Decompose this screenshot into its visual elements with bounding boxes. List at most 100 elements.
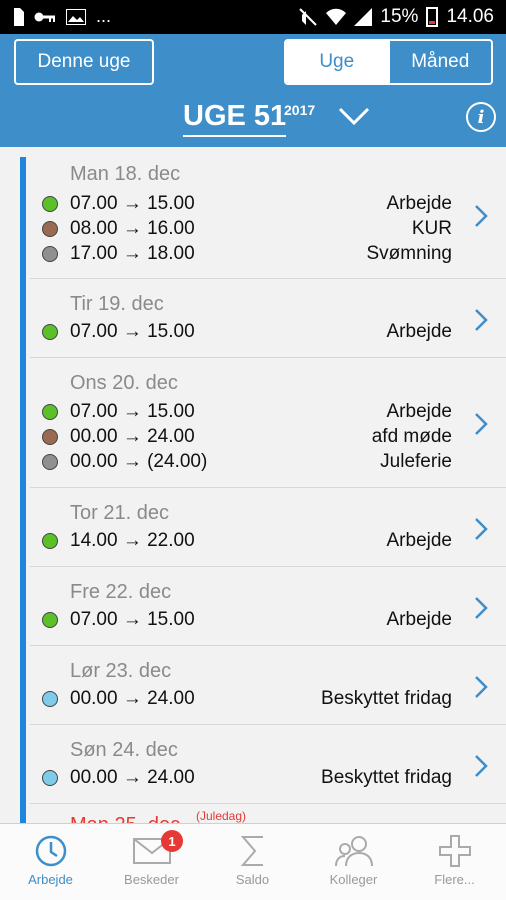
event-row: 08.00 → 16.00 KUR xyxy=(42,218,452,242)
nav-beskeder[interactable]: 1 Beskeder xyxy=(101,824,202,900)
event-row: 07.00 → 15.00 Arbejde xyxy=(42,401,452,425)
key-icon xyxy=(34,12,55,22)
chevron-right-icon[interactable] xyxy=(474,308,488,332)
day-row[interactable]: Man 18. dec 07.00 → 15.00 Arbejde 08.00 … xyxy=(30,147,506,279)
day-title: Lør 23. dec xyxy=(70,660,172,682)
nav-flere[interactable]: Flere... xyxy=(404,824,505,900)
day-row[interactable]: Tor 21. dec 14.00 → 22.00 Arbejde xyxy=(30,488,506,567)
this-week-button[interactable]: Denne uge xyxy=(14,39,154,85)
sim-icon xyxy=(14,7,24,26)
chevron-right-icon[interactable] xyxy=(474,754,488,778)
day-row[interactable]: Søn 24. dec 00.00 → 24.00 Beskyttet frid… xyxy=(30,725,506,804)
status-ellipsis: ... xyxy=(96,6,112,26)
day-row[interactable]: Lør 23. dec 00.00 → 24.00 Beskyttet frid… xyxy=(30,646,506,725)
tab-month[interactable]: Måned xyxy=(387,41,492,83)
plus-icon xyxy=(438,835,471,867)
nav-arbejde[interactable]: Arbejde xyxy=(0,824,101,900)
nav-kolleger[interactable]: Kolleger xyxy=(303,824,404,900)
battery-percent: 15% xyxy=(380,6,419,27)
day-title: Tir 19. dec xyxy=(70,293,164,315)
day-title: Ons 20. dec xyxy=(70,372,178,394)
event-row: 07.00 → 15.00 Arbejde xyxy=(42,321,452,345)
event-row: 07.00 → 15.00 Arbejde xyxy=(42,193,452,217)
holiday-day-title[interactable]: Man 25. dec xyxy=(70,814,180,823)
event-color-dot xyxy=(42,612,58,628)
nav-label: Beskeder xyxy=(124,872,179,887)
day-title: Tor 21. dec xyxy=(70,502,169,524)
day-title: Søn 24. dec xyxy=(70,739,178,761)
event-time: 08.00 → 16.00 xyxy=(70,218,195,239)
day-title: Fre 22. dec xyxy=(70,581,172,603)
day-row[interactable]: Fre 22. dec 07.00 → 15.00 Arbejde xyxy=(30,567,506,646)
event-time: 07.00 → 15.00 xyxy=(70,609,195,630)
nav-saldo[interactable]: Saldo xyxy=(202,824,303,900)
event-row: 00.00 → 24.00 Beskyttet fridag xyxy=(42,767,452,791)
event-name: Arbejde xyxy=(386,530,453,551)
event-time: 00.00 → 24.00 xyxy=(70,767,195,788)
event-row: 17.00 → 18.00 Svømning xyxy=(42,243,452,267)
week-title[interactable]: UGE 51 xyxy=(183,100,287,137)
battery-icon xyxy=(426,7,439,27)
bottom-nav: Arbejde 1 Beskeder Saldo Kolleger Flere.… xyxy=(0,823,506,900)
tab-week[interactable]: Uge xyxy=(286,41,388,83)
nav-label: Saldo xyxy=(235,872,270,887)
day-row[interactable]: Ons 20. dec 07.00 → 15.00 Arbejde 00.00 … xyxy=(30,358,506,488)
event-row: 00.00 → (24.00) Juleferie xyxy=(42,451,452,475)
event-row: 00.00 → 24.00 Beskyttet fridag xyxy=(42,688,452,712)
event-name: afd møde xyxy=(371,426,452,447)
nav-label: Arbejde xyxy=(28,872,73,887)
app-header: Denne uge Uge Måned UGE 51 2017 i xyxy=(0,34,506,147)
event-color-dot xyxy=(42,246,58,262)
info-icon[interactable]: i xyxy=(466,102,496,132)
chevron-right-icon[interactable] xyxy=(474,596,488,620)
event-time: 07.00 → 15.00 xyxy=(70,321,195,342)
nav-label: Kolleger xyxy=(329,872,378,887)
event-name: Beskyttet fridag xyxy=(321,767,452,788)
day-list: Man 18. dec 07.00 → 15.00 Arbejde 08.00 … xyxy=(0,147,506,823)
event-time: 00.00 → 24.00 xyxy=(70,426,195,447)
sigma-icon xyxy=(240,836,263,866)
event-color-dot xyxy=(42,454,58,470)
week-year: 2017 xyxy=(284,102,316,118)
event-name: Arbejde xyxy=(386,401,453,422)
event-name: Juleferie xyxy=(380,451,452,472)
day-row[interactable]: Tir 19. dec 07.00 → 15.00 Arbejde xyxy=(30,279,506,358)
event-name: Arbejde xyxy=(386,321,453,342)
signal-icon xyxy=(354,8,373,26)
view-toggle: Uge Måned xyxy=(284,39,493,85)
event-name: Svømning xyxy=(366,243,452,264)
event-row: 00.00 → 24.00 afd møde xyxy=(42,426,452,450)
event-color-dot xyxy=(42,196,58,212)
status-left-icons: ... xyxy=(12,6,111,27)
chevron-right-icon[interactable] xyxy=(474,412,488,436)
event-color-dot xyxy=(42,533,58,549)
chevron-down-icon[interactable] xyxy=(338,106,370,126)
event-time: 00.00 → 24.00 xyxy=(70,688,195,709)
event-time: 14.00 → 22.00 xyxy=(70,530,195,551)
event-time: 07.00 → 15.00 xyxy=(70,193,195,214)
clock-icon xyxy=(35,835,66,867)
event-name: Beskyttet fridag xyxy=(321,688,452,709)
event-time: 17.00 → 18.00 xyxy=(70,243,195,264)
mute-icon xyxy=(299,8,318,26)
event-time: 07.00 → 15.00 xyxy=(70,401,195,422)
event-color-dot xyxy=(42,429,58,445)
wifi-icon xyxy=(326,8,347,26)
status-right: 15% 14.06 xyxy=(298,6,494,28)
event-color-dot xyxy=(42,770,58,786)
event-name: Arbejde xyxy=(386,609,453,630)
chevron-right-icon[interactable] xyxy=(474,517,488,541)
event-name: Arbejde xyxy=(386,193,453,214)
event-name: KUR xyxy=(411,218,452,239)
event-time: 00.00 → (24.00) xyxy=(70,451,208,472)
people-icon xyxy=(334,836,373,867)
event-row: 14.00 → 22.00 Arbejde xyxy=(42,530,452,554)
image-icon xyxy=(66,8,86,25)
holiday-tag: (Juledag) xyxy=(196,809,247,823)
event-color-dot xyxy=(42,691,58,707)
event-row: 07.00 → 15.00 Arbejde xyxy=(42,609,452,633)
unread-badge: 1 xyxy=(161,830,183,852)
event-color-dot xyxy=(42,404,58,420)
chevron-right-icon[interactable] xyxy=(474,204,488,228)
chevron-right-icon[interactable] xyxy=(474,675,488,699)
